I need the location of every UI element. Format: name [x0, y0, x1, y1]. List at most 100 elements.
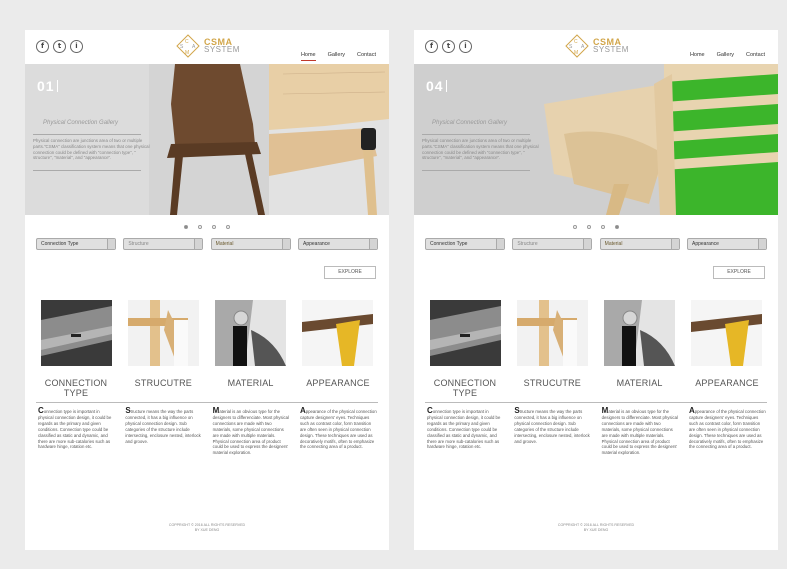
card-body: Appearance of the physical connection ca…	[298, 407, 378, 450]
category-cards: CONNECTION TYPE Connection type is impor…	[36, 300, 378, 456]
carousel-dot-1[interactable]	[573, 225, 577, 229]
appearance-dropdown[interactable]: Appearance	[686, 238, 767, 250]
card-body: Appearance of the physical connection ca…	[687, 407, 767, 450]
dropdown-arrow-icon	[368, 239, 377, 249]
card-text: tructure means the way the parts connect…	[514, 409, 590, 444]
svg-text:C: C	[185, 39, 189, 45]
carousel-dot-4[interactable]	[226, 225, 230, 229]
card-body: Structure means the way the parts connec…	[123, 407, 203, 444]
material-dropdown[interactable]: Material	[210, 238, 291, 250]
filter-bar: Connection Type Structure Material Appea…	[36, 238, 378, 250]
card-text: tructure means the way the parts connect…	[125, 409, 201, 444]
logo-subtitle: SYSTEM	[593, 45, 629, 54]
hero-title: Physical Connection Gallery	[432, 120, 508, 126]
page-mockup-slide-4: f t i C S A M CSMA SYSTEM Home Gallery C…	[414, 30, 778, 550]
nav-gallery[interactable]: Gallery	[328, 52, 345, 61]
appearance-dropdown[interactable]: Appearance	[297, 238, 378, 250]
table-leg-image	[691, 300, 763, 366]
nav-contact[interactable]: Contact	[746, 52, 765, 60]
card-structure[interactable]: STRUCUTRE Structure means the way the pa…	[512, 300, 592, 456]
cards-divider	[425, 402, 767, 403]
filter-bar: Connection Type Structure Material Appea…	[425, 238, 767, 250]
svg-text:M: M	[574, 50, 578, 56]
carousel-dots	[25, 225, 389, 229]
dropdown-label: Connection Type	[41, 241, 79, 247]
twitter-icon[interactable]: t	[53, 40, 66, 53]
site-footer: COPPRIGHT © 2016 ALL RIGHTS RESERVED BY …	[25, 523, 389, 533]
card-text: onnection type is important in physical …	[427, 409, 501, 450]
wood-joint-image	[127, 300, 199, 366]
card-connection-type[interactable]: CONNECTION TYPE Connection type is impor…	[425, 300, 505, 456]
logo-subtitle: SYSTEM	[204, 45, 240, 54]
card-text: aterial is an obvious type for the desig…	[212, 409, 290, 456]
card-body: Material is an obvious type for the desi…	[211, 407, 291, 456]
carousel-dot-1[interactable]	[184, 225, 188, 229]
nav-gallery[interactable]: Gallery	[717, 52, 734, 60]
metal-hinge-image	[215, 300, 287, 366]
svg-text:S: S	[180, 44, 184, 50]
author-text: BY XUE DENG	[583, 528, 609, 532]
carousel-dot-3[interactable]	[212, 225, 216, 229]
site-footer: COPPRIGHT © 2016 ALL RIGHTS RESERVED BY …	[414, 523, 778, 533]
facebook-icon[interactable]: f	[36, 40, 49, 53]
carousel-dots	[414, 225, 778, 229]
card-title: APPEARANCE	[695, 378, 759, 388]
hero-divider	[33, 134, 141, 135]
carousel-dot-2[interactable]	[198, 225, 202, 229]
structure-dropdown[interactable]: Structure	[512, 238, 593, 250]
social-links: f t i	[36, 40, 83, 53]
card-title: MATERIAL	[227, 378, 274, 388]
card-material[interactable]: MATERIAL Material is an obvious type for…	[211, 300, 291, 456]
card-body: Connection type is important in physical…	[36, 407, 116, 450]
explore-button[interactable]: EXPLORE	[713, 266, 765, 279]
cards-divider	[36, 402, 378, 403]
table-leg-image	[302, 300, 374, 366]
carousel-dot-3[interactable]	[601, 225, 605, 229]
twitter-icon[interactable]: t	[442, 40, 455, 53]
wood-joint-image	[516, 300, 588, 366]
hero-description: Physical connection are junctions area o…	[33, 138, 150, 161]
structure-dropdown[interactable]: Structure	[123, 238, 204, 250]
hero-slide: 01 Physical Connection Gallery Physical …	[25, 64, 389, 215]
dropdown-arrow-icon	[583, 239, 592, 249]
logo[interactable]: C S A M CSMA SYSTEM	[564, 34, 629, 58]
hero-title: Physical Connection Gallery	[43, 120, 119, 126]
hero-divider	[33, 170, 141, 171]
instagram-icon[interactable]: i	[459, 40, 472, 53]
card-text: ppearance of the physical connection cap…	[299, 409, 377, 450]
material-dropdown[interactable]: Material	[599, 238, 680, 250]
hero-divider	[422, 170, 530, 171]
carousel-dot-4[interactable]	[615, 225, 619, 229]
card-appearance[interactable]: APPEARANCE Appearance of the physical co…	[687, 300, 767, 456]
card-connection-type[interactable]: CONNECTION TYPE Connection type is impor…	[36, 300, 116, 456]
card-structure[interactable]: STRUCUTRE Structure means the way the pa…	[123, 300, 203, 456]
card-material[interactable]: MATERIAL Material is an obvious type for…	[600, 300, 680, 456]
dropdown-arrow-icon	[670, 239, 679, 249]
logo-mark-icon: C S A M	[176, 34, 200, 58]
card-appearance[interactable]: APPEARANCE Appearance of the physical co…	[298, 300, 378, 456]
instagram-icon[interactable]: i	[70, 40, 83, 53]
logo[interactable]: C S A M CSMA SYSTEM	[175, 34, 240, 58]
explore-button[interactable]: EXPLORE	[324, 266, 376, 279]
nav-contact[interactable]: Contact	[357, 52, 376, 61]
carousel-dot-2[interactable]	[587, 225, 591, 229]
nav-home[interactable]: Home	[300, 52, 316, 61]
dropdown-label: Connection Type	[430, 241, 468, 247]
category-cards: CONNECTION TYPE Connection type is impor…	[425, 300, 767, 456]
author-text: BY XUE DENG	[194, 528, 220, 532]
card-title: APPEARANCE	[306, 378, 370, 388]
dropdown-arrow-icon	[496, 239, 504, 249]
card-text: aterial is an obvious type for the desig…	[601, 409, 679, 456]
connection-type-dropdown[interactable]: Connection Type	[425, 238, 505, 250]
logo-mark-icon: C S A M	[565, 34, 589, 58]
facebook-icon[interactable]: f	[425, 40, 438, 53]
nav-home[interactable]: Home	[690, 52, 705, 60]
svg-text:S: S	[569, 44, 573, 50]
social-links: f t i	[425, 40, 472, 53]
hero-description: Physical connection are junctions area o…	[422, 138, 539, 161]
hero-slide: 04 Physical Connection Gallery Physical …	[414, 64, 778, 215]
dropdown-arrow-icon	[757, 239, 766, 249]
dropdown-arrow-icon	[281, 239, 290, 249]
connection-type-dropdown[interactable]: Connection Type	[36, 238, 116, 250]
card-body: Material is an obvious type for the desi…	[600, 407, 680, 456]
